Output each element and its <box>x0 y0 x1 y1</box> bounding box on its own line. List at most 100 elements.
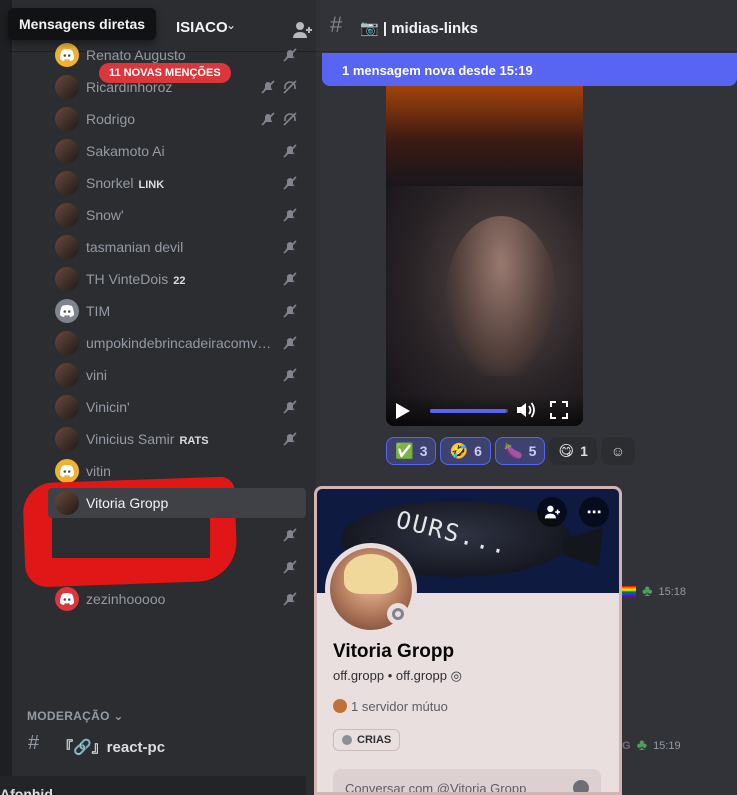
avatar <box>55 267 79 291</box>
member-row[interactable]: umpokindebrincadeiracomve... <box>48 328 306 358</box>
muted-icon <box>282 47 298 63</box>
reaction-emoji: 🍆 <box>503 443 523 460</box>
channel-hash-icon: # <box>330 12 343 37</box>
clan-tag-fragment: G <box>622 740 631 752</box>
muted-icon <box>282 271 298 287</box>
member-name: vitin <box>86 463 111 479</box>
avatar <box>55 363 79 387</box>
voice-status-icons <box>282 47 298 63</box>
clan-badge-icon <box>342 735 352 745</box>
muted-icon <box>282 527 298 543</box>
member-row[interactable]: TIM <box>48 296 306 326</box>
more-options-button[interactable]: ⋯ <box>579 497 609 527</box>
avatar <box>55 75 79 99</box>
add-friend-icon <box>544 505 560 519</box>
avatar <box>55 459 79 483</box>
pride-flag-icon <box>622 586 636 598</box>
reaction-button[interactable]: ✅ 3 <box>386 437 437 465</box>
member-name: vini <box>86 367 108 383</box>
avatar <box>55 235 79 259</box>
reaction-count: 6 <box>474 443 482 459</box>
category-moderacao[interactable]: MODERAÇÃO ⌄ <box>27 709 124 723</box>
reaction-emoji: ✅ <box>395 443 414 460</box>
muted-icon <box>260 111 276 127</box>
member-name: Vinicin' <box>86 399 130 415</box>
avatar <box>55 491 79 515</box>
mutual-text: 1 servidor mútuo <box>351 699 448 714</box>
new-mentions-pill[interactable]: 11 NOVAS MENÇÕES <box>99 63 231 83</box>
member-row[interactable]: Sakamoto Ai <box>48 136 306 166</box>
video-subject <box>446 216 556 376</box>
voice-status-icons <box>282 175 298 191</box>
member-name: Vinicius Samir RATS <box>86 431 209 447</box>
mutual-servers[interactable]: 1 servidor mútuo <box>333 699 448 714</box>
member-name: Renato Augusto <box>86 47 186 63</box>
member-row[interactable]: Rodrigo <box>48 104 306 134</box>
add-friend-button[interactable] <box>537 497 567 527</box>
add-reaction-button[interactable]: ☺ <box>600 437 635 465</box>
voice-status-icons <box>282 399 298 415</box>
avatar <box>55 395 79 419</box>
message-meta-2: G ♣ 15:19 <box>622 737 681 755</box>
video-progress[interactable] <box>430 409 508 413</box>
member-row[interactable]: vini <box>48 360 306 390</box>
server-rail-edge <box>0 0 12 795</box>
play-icon[interactable] <box>395 402 411 420</box>
deafened-icon <box>282 111 298 127</box>
emoji-icon[interactable] <box>573 780 589 792</box>
muted-icon <box>260 79 276 95</box>
muted-icon <box>282 399 298 415</box>
channel-react-pc[interactable]: # 『🔗』react-pc <box>12 732 312 758</box>
muted-icon <box>282 559 298 575</box>
avatar <box>55 587 79 611</box>
member-tag: LINK <box>138 179 165 191</box>
muted-icon <box>282 367 298 383</box>
new-messages-bar[interactable]: 1 mensagem nova desde 15:19 <box>322 53 737 86</box>
username-text: off.gropp • off.gropp <box>333 668 447 683</box>
reaction-button[interactable]: 🤣 6 <box>440 437 491 465</box>
member-row[interactable]: tasmanian devil <box>48 232 306 262</box>
member-tag: RATS <box>179 435 209 447</box>
add-member-icon[interactable] <box>292 20 312 40</box>
clan-tag-text: CRIAS <box>357 734 392 746</box>
member-name: Snow' <box>86 207 124 223</box>
video-progress-fill <box>430 409 507 413</box>
avatar-detail <box>344 554 398 594</box>
chevron-down-icon[interactable]: ⌄ <box>226 18 236 32</box>
member-row[interactable]: Vinicin' <box>48 392 306 422</box>
dm-input[interactable] <box>345 781 555 792</box>
voice-status-icons <box>282 143 298 159</box>
member-row[interactable]: TH VinteDois 22 <box>48 264 306 294</box>
reaction-count: 3 <box>419 443 428 459</box>
muted-icon <box>282 207 298 223</box>
member-name: zezinhooooo <box>86 591 166 607</box>
member-row[interactable]: Snorkel LINK <box>48 168 306 198</box>
video-attachment[interactable] <box>386 86 583 426</box>
voice-status-icons <box>282 335 298 351</box>
reaction-bar: ✅ 3 🤣 6 🍆 5 😋 1 ☺ <box>386 437 635 465</box>
member-row[interactable]: zezinhooooo <box>48 584 306 614</box>
hash-icon: # <box>28 732 40 754</box>
member-row[interactable]: Snow' <box>48 200 306 230</box>
nitro-badge-icon: ◎ <box>450 668 462 683</box>
more-icon: ⋯ <box>586 504 602 521</box>
volume-icon[interactable] <box>516 401 536 419</box>
reaction-button[interactable]: 🍆 5 <box>494 437 546 465</box>
member-name: TH VinteDois 22 <box>86 271 186 287</box>
muted-icon <box>282 175 298 191</box>
reaction-button[interactable]: 😋 1 <box>549 437 597 465</box>
muted-icon <box>282 303 298 319</box>
offline-status-icon <box>387 603 409 625</box>
server-name[interactable]: ISIACO <box>176 19 228 36</box>
member-row[interactable]: Vinicius Samir RATS <box>48 424 306 454</box>
avatar <box>55 139 79 163</box>
member-name: umpokindebrincadeiracomve... <box>86 335 272 351</box>
fullscreen-icon[interactable] <box>550 401 568 419</box>
chat-header: # 📷 | midias-links <box>316 0 737 52</box>
member-name: tasmanian devil <box>86 239 184 255</box>
clan-tag[interactable]: CRIAS <box>333 729 401 751</box>
dm-input-box[interactable] <box>333 769 601 792</box>
member-row[interactable]: Vitoria Gropp <box>48 488 306 518</box>
clover-icon: ♣ <box>636 737 648 754</box>
server-icon <box>333 699 347 713</box>
